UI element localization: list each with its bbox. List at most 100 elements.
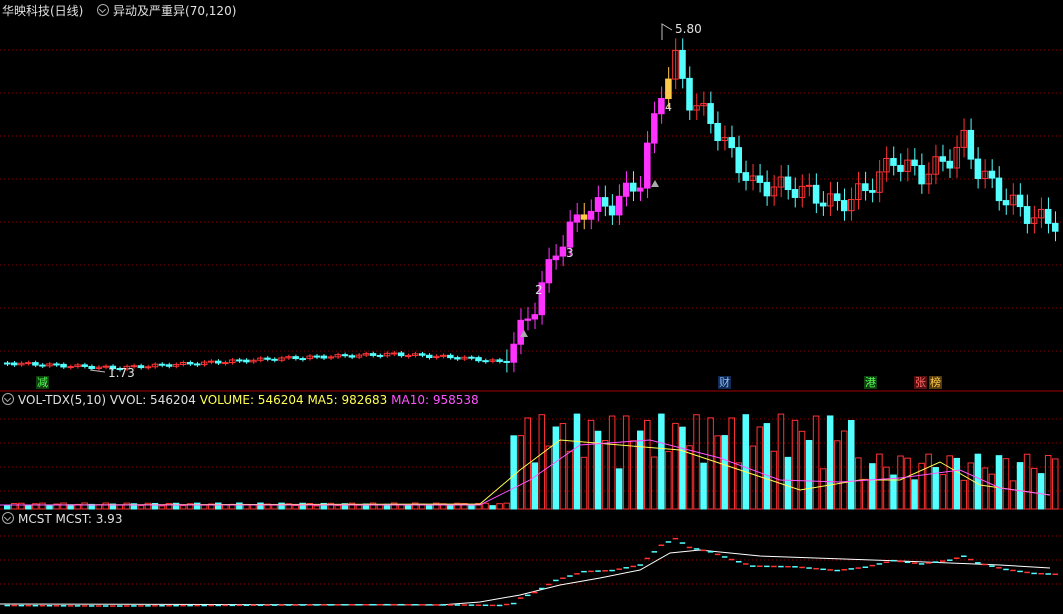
volume-bar [60, 502, 67, 510]
mcst-candle [954, 557, 960, 559]
candle-body [707, 103, 714, 124]
volume-bar [819, 468, 827, 510]
high-price-label: 5.80 [675, 22, 702, 36]
mcst-candle [292, 604, 299, 606]
candle-body [517, 319, 524, 345]
mcst-candle [792, 566, 798, 568]
candle-body [819, 202, 827, 207]
mcst-panel-header: MCST MCST: 3.93 [2, 511, 122, 527]
mcst-candle [588, 570, 594, 573]
candle-body [812, 184, 820, 204]
mcst-candle [496, 604, 503, 607]
candle-body [39, 364, 46, 367]
mcst-candle [975, 562, 981, 564]
candle-body [60, 363, 67, 368]
candle-body [496, 359, 503, 362]
mcst-candle [243, 604, 250, 607]
candle-body [11, 362, 18, 366]
candle-body [946, 160, 954, 169]
volume-bar [503, 502, 510, 510]
badge-finance[interactable]: 财 [718, 376, 731, 389]
mcst-candle [679, 542, 686, 544]
volume-bar [257, 502, 264, 510]
mcst-menu-icon[interactable] [2, 512, 14, 524]
volume-bar [559, 423, 567, 510]
volume-bar [749, 445, 757, 510]
candle-body [186, 362, 194, 365]
stock-chart[interactable] [0, 0, 1063, 614]
candle-body [629, 182, 637, 192]
mcst-title[interactable]: MCST [18, 512, 52, 526]
mcst-candle [377, 603, 383, 606]
candle-body [390, 352, 398, 355]
mcst-candle [299, 604, 306, 606]
mcst-candle [60, 605, 67, 607]
candle-body [580, 214, 588, 220]
mcst-candle [989, 565, 995, 567]
volume-bar [531, 462, 539, 510]
volume-title[interactable]: VOL-TDX(5,10) [18, 393, 106, 407]
candle-body [313, 355, 321, 358]
mcst-candle [855, 567, 862, 569]
volume-bar [974, 453, 982, 510]
volume-bar [855, 457, 862, 510]
volume-bar [637, 430, 644, 510]
mcst-candle [820, 568, 826, 571]
candle-body [995, 177, 1003, 202]
mcst-candle [454, 604, 461, 606]
volume-bar [672, 422, 679, 510]
badge-reduce[interactable]: 减 [36, 376, 49, 389]
volume-bar [925, 453, 932, 510]
mcst-candle [335, 604, 341, 606]
mcst-candle [841, 568, 847, 571]
candle-body [320, 355, 328, 359]
candle-body [299, 358, 306, 361]
ma5-value: MA5: 982683 [307, 393, 388, 407]
mcst-candle [461, 604, 468, 606]
candle-body [601, 197, 609, 207]
candle-body [651, 113, 658, 144]
mcst-candle [961, 555, 967, 557]
mcst-candle [658, 544, 665, 546]
badge-hk[interactable]: 港 [864, 376, 877, 389]
mcst-candle [932, 561, 939, 563]
volume-bar [911, 479, 918, 510]
candle-body [1023, 206, 1031, 224]
candle-body [32, 362, 39, 366]
volume-bar [46, 504, 53, 510]
mcst-candle [138, 605, 144, 607]
mcst-candle [405, 603, 411, 606]
mcst-candle [426, 604, 433, 606]
mcst-candle [475, 604, 482, 606]
volume-menu-icon[interactable] [2, 393, 14, 405]
volume-bar [777, 413, 785, 510]
mcst-candle [714, 553, 721, 556]
mcst-candle [532, 591, 538, 594]
candle-body [1044, 208, 1052, 224]
candle-body [742, 172, 750, 181]
mcst-candle [707, 551, 714, 553]
candle-body [756, 175, 764, 183]
mcst-candle [187, 604, 193, 607]
mcst-candle [356, 604, 362, 606]
badge-list[interactable]: 榜 [929, 376, 942, 389]
candle-body [397, 352, 405, 357]
volume-bar [1016, 462, 1024, 510]
candle-body [503, 360, 510, 363]
mcst-candle [208, 604, 214, 607]
mcst-candle [110, 605, 116, 607]
badge-limit-up[interactable]: 张 [914, 376, 927, 389]
candle-body [728, 137, 735, 149]
volume-bar [292, 505, 299, 510]
mcst-candle [124, 605, 130, 607]
mcst-candle [384, 603, 390, 606]
volume-bar [960, 479, 968, 510]
volume-bar [995, 455, 1003, 510]
candle-body [53, 363, 60, 366]
signal-marker-2: 2 [535, 283, 543, 297]
mcst-candle [370, 603, 376, 606]
volume-bar [665, 451, 672, 510]
volume-bar [700, 462, 707, 510]
candle-body [805, 184, 813, 187]
candle-body [243, 359, 250, 363]
